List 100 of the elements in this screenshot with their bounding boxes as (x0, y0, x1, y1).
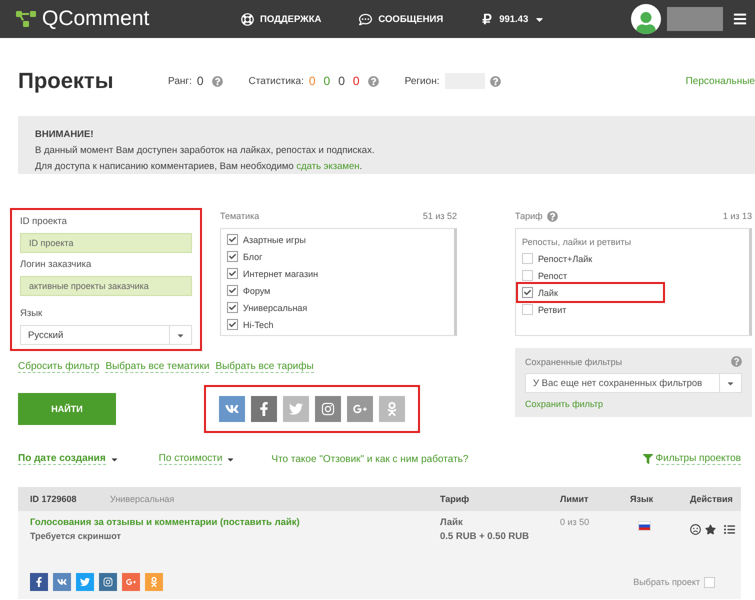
nav-link[interactable]: ПОДДЕРЖКА (260, 14, 322, 24)
help-icon[interactable] (368, 76, 379, 86)
checkbox[interactable] (704, 576, 715, 588)
vk-icon (53, 573, 71, 591)
personal-link[interactable]: Персональные (686, 76, 755, 86)
twitter-icon (76, 573, 94, 591)
project-note: Требуется скриншот (30, 531, 122, 541)
topic-label: Универсальная (243, 302, 308, 312)
stat-value: 0 (308, 74, 316, 88)
checkbox[interactable] (522, 270, 533, 281)
tariff-option: Лайк (538, 288, 558, 298)
chat-icon[interactable] (359, 12, 372, 26)
googleplus-icon (122, 573, 140, 591)
googleplus-toggle-icon[interactable] (347, 396, 373, 422)
limit-value: 0 из 50 (560, 517, 590, 529)
tariff-group-label: Репосты, лайки и ретвиты (522, 237, 632, 247)
twitter-toggle-icon[interactable] (283, 396, 309, 422)
balance[interactable]: 991.43 (499, 14, 528, 24)
avatar-icon[interactable] (631, 4, 661, 34)
field-label: Язык (20, 308, 44, 319)
column-header: Лимит (560, 494, 590, 504)
select-project-label: Выбрать проект (633, 577, 700, 587)
instagram-icon (99, 573, 117, 591)
checkbox[interactable] (522, 253, 533, 264)
checkbox[interactable] (227, 285, 238, 296)
instagram-toggle-icon[interactable] (315, 396, 341, 422)
tariff-name: Лайк (440, 517, 464, 528)
help-link[interactable]: Что такое "Отзовик" и как с ним работать? (271, 454, 468, 464)
topic-label: Hi-Tech (243, 320, 274, 330)
notice-text: В данный момент Вам доступен заработок на лайках, репостах и подписках. (35, 144, 376, 158)
checkbox[interactable] (227, 302, 238, 313)
help-icon[interactable] (212, 76, 223, 86)
filter-link[interactable]: Выбрать все тарифы (215, 361, 314, 373)
menu-icon[interactable] (733, 12, 747, 26)
language-select[interactable]: Русский (20, 325, 192, 345)
saved-filters-select[interactable]: У Вас еще нет сохраненных фильтров (525, 373, 742, 393)
tariff-count: 1 из 13 (722, 211, 752, 221)
exam-link[interactable]: сдать экзамен (296, 161, 360, 172)
logo[interactable]: QComment (42, 7, 150, 31)
column-header: Язык (630, 494, 654, 504)
project-topic: Универсальная (110, 494, 176, 504)
facebook-icon (30, 573, 48, 591)
ruble-icon (481, 13, 494, 25)
ok-toggle-icon[interactable] (379, 396, 405, 422)
help-icon[interactable] (731, 356, 742, 367)
complain-icon[interactable] (690, 524, 701, 535)
stats-label: Статистика: (248, 76, 304, 86)
notice-text: Для доступа к написанию комментариев, Вам необходимо сдать экзамен. (35, 160, 364, 174)
topics-count: 51 из 52 (422, 211, 457, 221)
topics-label: Тематика (220, 211, 260, 221)
help-icon[interactable] (490, 76, 500, 86)
lifebuoy-icon[interactable] (241, 12, 254, 26)
field-label: Логин заказчика (20, 259, 92, 270)
logo-icon (16, 9, 36, 29)
rank-label: Ранг: (168, 76, 192, 86)
project-id-field[interactable]: ID проекта (20, 233, 192, 253)
vk-toggle-icon[interactable] (219, 396, 245, 422)
topic-label: Интернет магазин (243, 268, 318, 278)
save-filter-link[interactable]: Сохранить фильтр (525, 399, 604, 409)
rank-value: 0 (196, 74, 204, 88)
tariff-label: Тариф (515, 211, 543, 221)
ok-icon (145, 573, 163, 591)
topic-label: Форум (243, 286, 270, 296)
filter-link[interactable]: Сбросить фильтр (18, 361, 100, 373)
column-header: Действия (690, 494, 734, 504)
filter-link[interactable]: Выбрать все тематики (105, 361, 210, 373)
column-header: Тариф (440, 494, 470, 504)
facebook-toggle-icon[interactable] (251, 396, 277, 422)
checkbox[interactable] (522, 304, 533, 315)
filter-icon (642, 454, 652, 464)
stat-value: 0 (338, 74, 345, 88)
sort-link[interactable]: По стоимости (158, 453, 222, 465)
checkbox[interactable] (522, 287, 533, 298)
notice-title: ВНИМАНИЕ! (35, 128, 95, 142)
search-button[interactable]: НАЙТИ (18, 393, 116, 425)
help-icon[interactable] (546, 210, 558, 222)
saved-filters-label: Сохраненные фильтры (525, 356, 622, 366)
list-icon[interactable] (724, 524, 735, 535)
project-id: ID 1729608 (30, 494, 78, 504)
tariff-option: Ретвит (538, 304, 566, 314)
tariff-option: Репост+Лайк (538, 254, 592, 264)
stat-value: 0 (352, 74, 360, 88)
project-filters-link[interactable]: Фильтры проектов (656, 453, 741, 465)
price: 0.5 RUB + 0.50 RUB (440, 531, 530, 542)
checkbox[interactable] (227, 251, 238, 262)
topic-label: Блог (243, 252, 262, 262)
checkbox[interactable] (227, 234, 238, 245)
sort-link[interactable]: По дате создания (18, 453, 106, 465)
russia-flag-icon (638, 521, 651, 531)
nav-link[interactable]: СООБЩЕНИЯ (378, 14, 444, 24)
field-label: ID проекта (20, 216, 68, 227)
checkbox[interactable] (227, 319, 238, 330)
redacted-username (667, 7, 723, 31)
customer-login-field[interactable]: активные проекты заказчика (20, 276, 192, 296)
page-title: Проекты (18, 68, 114, 94)
topic-label: Азартные игры (243, 234, 306, 244)
stat-value: 0 (324, 74, 330, 88)
project-title-link[interactable]: Голосования за отзывы и комментарии (поставить лайк) (30, 517, 440, 528)
checkbox[interactable] (227, 268, 238, 279)
star-icon[interactable] (705, 524, 716, 535)
